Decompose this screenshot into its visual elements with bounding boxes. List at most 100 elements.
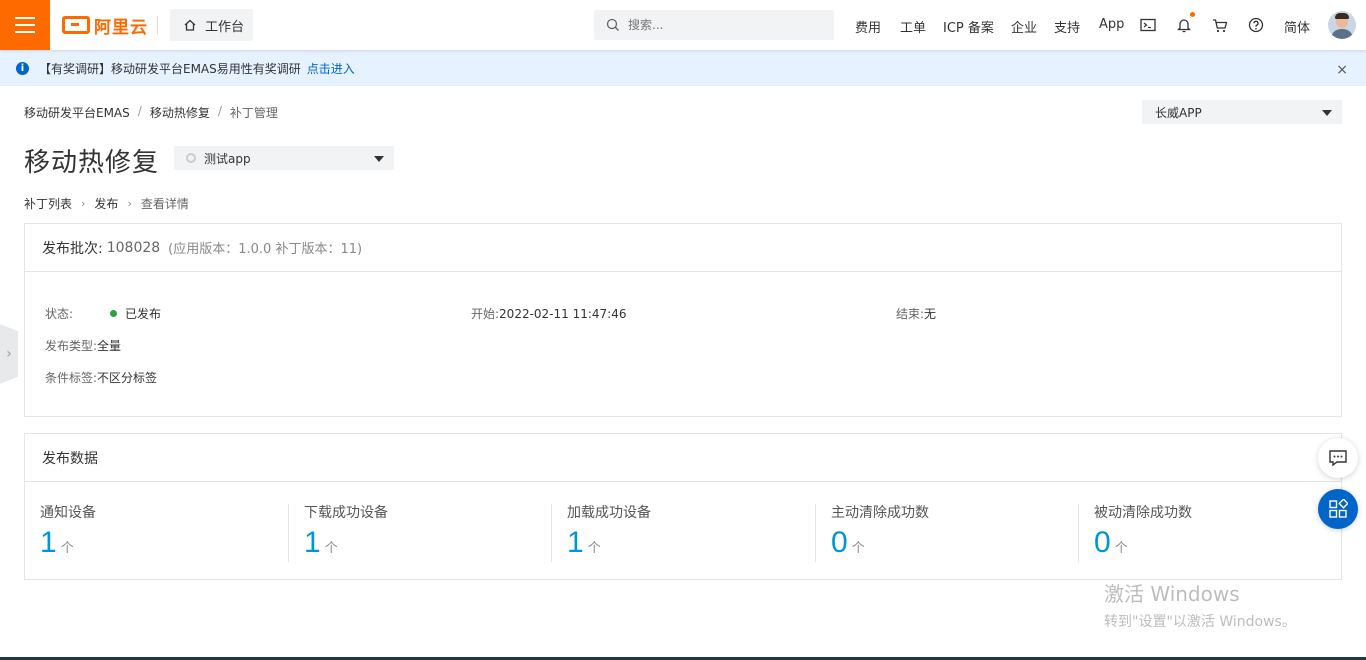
nav-enterprise[interactable]: 企业 xyxy=(1011,17,1037,36)
stat-download-success: 下载成功设备 1个 xyxy=(289,502,552,564)
project-select-value: 长威APP xyxy=(1155,105,1202,120)
batch-value: 108028 xyxy=(106,239,161,256)
stat-active-clear: 主动清除成功数 0个 xyxy=(816,502,1079,564)
nav-billing[interactable]: 费用 xyxy=(855,17,881,36)
release-batch-header: 发布批次: 108028 (应用版本：1.0.0 补丁版本：11) xyxy=(25,224,1341,272)
app-select[interactable]: 测试app xyxy=(174,146,394,170)
stat-unit: 个 xyxy=(587,541,601,556)
breadcrumb-item-hotfix[interactable]: 移动热修复 xyxy=(150,104,210,121)
sidebar-expand-handle[interactable]: › xyxy=(0,324,18,384)
project-select[interactable]: 长威APP xyxy=(1142,100,1342,124)
chevron-right-icon: › xyxy=(81,197,86,210)
end-value: 无 xyxy=(924,307,937,321)
info-icon: i xyxy=(16,61,29,75)
search-icon xyxy=(606,18,619,31)
stat-unit: 个 xyxy=(851,541,865,556)
release-data-card: 发布数据 通知设备 1个 下载成功设备 1个 加载成功设备 1个 主动清除成功数… xyxy=(24,433,1342,580)
version-info: (应用版本：1.0.0 补丁版本：11) xyxy=(168,242,363,257)
quick-apps-button[interactable] xyxy=(1318,489,1358,529)
chat-icon xyxy=(1329,450,1347,467)
breadcrumb-item-emas[interactable]: 移动研发平台EMAS xyxy=(24,104,130,121)
stat-unit: 个 xyxy=(60,541,74,556)
watermark-line1: 激活 Windows xyxy=(1104,582,1240,606)
breadcrumb-separator: / xyxy=(217,104,222,118)
release-type-label: 发布类型: xyxy=(45,339,98,353)
notification-dot xyxy=(1190,12,1195,17)
condition-tag-value: 不区分标签 xyxy=(97,371,158,385)
stat-label: 下载成功设备 xyxy=(304,505,388,521)
release-data-title: 发布数据 xyxy=(25,434,1341,482)
condition-tag-label: 条件标签: xyxy=(45,371,98,385)
bell-icon[interactable] xyxy=(1173,14,1195,36)
chevron-right-icon: › xyxy=(6,346,12,362)
stat-load-success: 加载成功设备 1个 xyxy=(552,502,815,564)
help-icon[interactable] xyxy=(1245,14,1267,36)
end-label: 结束: xyxy=(896,307,925,321)
step-view-detail: 查看详情 xyxy=(140,197,189,211)
stat-value: 0 xyxy=(831,526,848,559)
app-select-value: 测试app xyxy=(204,151,251,166)
breadcrumb: 移动研发平台EMAS / 移动热修复 / 补丁管理 xyxy=(24,104,278,121)
stat-value: 1 xyxy=(40,526,57,559)
workbench-label: 工作台 xyxy=(205,19,245,35)
end-field: 结束: 无 xyxy=(896,305,936,322)
stat-unit: 个 xyxy=(1114,541,1128,556)
step-navigation: 补丁列表 › 发布 › 查看详情 xyxy=(24,195,189,212)
home-icon xyxy=(184,19,196,31)
user-avatar[interactable] xyxy=(1328,11,1356,39)
status-field: 状态: 已发布 xyxy=(45,305,161,322)
nav-app[interactable]: App xyxy=(1099,17,1124,32)
stat-notified-devices: 通知设备 1个 xyxy=(25,502,288,564)
stat-value: 0 xyxy=(1094,526,1111,559)
language-switch[interactable]: 简体 xyxy=(1284,17,1310,36)
status-label: 状态: xyxy=(45,307,74,321)
step-publish[interactable]: 发布 xyxy=(94,195,118,212)
windows-activation-watermark: 激活 Windows 转到"设置"以激活 Windows。 xyxy=(1104,578,1296,631)
breadcrumb-item-patch-mgmt: 补丁管理 xyxy=(229,106,278,120)
release-stats: 通知设备 1个 下载成功设备 1个 加载成功设备 1个 主动清除成功数 0个 被… xyxy=(25,482,1341,580)
top-navigation-bar: 阿里云 工作台 费用 工单 ICP 备案 企业 支持 App 简体 xyxy=(0,0,1366,50)
cart-icon[interactable] xyxy=(1209,14,1231,36)
release-type-field: 发布类型: 全量 xyxy=(45,337,121,354)
release-type-value: 全量 xyxy=(97,339,122,353)
workbench-button[interactable]: 工作台 xyxy=(170,9,253,41)
notice-text: 【有奖调研】移动研发平台EMAS易用性有奖调研 xyxy=(39,61,301,76)
logo-divider xyxy=(157,16,158,34)
watermark-line2: 转到"设置"以激活 Windows。 xyxy=(1104,614,1296,630)
notice-link[interactable]: 点击进入 xyxy=(307,60,355,77)
search-input[interactable] xyxy=(628,18,808,32)
nav-support[interactable]: 支持 xyxy=(1054,17,1080,36)
status-dot xyxy=(110,310,117,317)
chevron-right-icon: › xyxy=(127,197,132,210)
page-title: 移动热修复 xyxy=(24,148,160,178)
step-patch-list[interactable]: 补丁列表 xyxy=(24,195,72,212)
survey-notice-bar: i 【有奖调研】移动研发平台EMAS易用性有奖调研 点击进入 × xyxy=(0,50,1366,86)
stat-label: 加载成功设备 xyxy=(567,505,651,521)
app-icon xyxy=(186,153,196,163)
stat-label: 主动清除成功数 xyxy=(831,505,929,521)
caret-down-icon xyxy=(374,156,384,162)
caret-down-icon xyxy=(1322,110,1332,116)
nav-icp[interactable]: ICP 备案 xyxy=(943,17,994,36)
nav-ticket[interactable]: 工单 xyxy=(900,17,926,36)
start-value: 2022-02-11 11:47:46 xyxy=(499,306,627,321)
stat-passive-clear: 被动清除成功数 0个 xyxy=(1079,502,1342,564)
terminal-icon[interactable] xyxy=(1137,14,1159,36)
close-icon[interactable]: × xyxy=(1336,62,1348,78)
start-field: 开始: 2022-02-11 11:47:46 xyxy=(471,305,627,322)
start-label: 开始: xyxy=(471,307,500,321)
breadcrumb-separator: / xyxy=(137,104,142,118)
search-box[interactable] xyxy=(594,10,834,40)
menu-icon[interactable] xyxy=(0,0,50,50)
stat-unit: 个 xyxy=(324,541,338,556)
stat-value: 1 xyxy=(567,526,584,559)
batch-label: 发布批次: xyxy=(42,240,103,257)
aliyun-logo[interactable]: 阿里云 xyxy=(62,14,148,38)
release-info-card: 发布批次: 108028 (应用版本：1.0.0 补丁版本：11) 状态: 已发… xyxy=(24,223,1342,417)
feedback-chat-button[interactable] xyxy=(1318,438,1358,478)
status-value: 已发布 xyxy=(125,307,162,321)
stat-label: 被动清除成功数 xyxy=(1094,505,1192,521)
stat-value: 1 xyxy=(304,526,321,559)
condition-tag-field: 条件标签: 不区分标签 xyxy=(45,369,157,386)
stat-label: 通知设备 xyxy=(40,505,96,521)
